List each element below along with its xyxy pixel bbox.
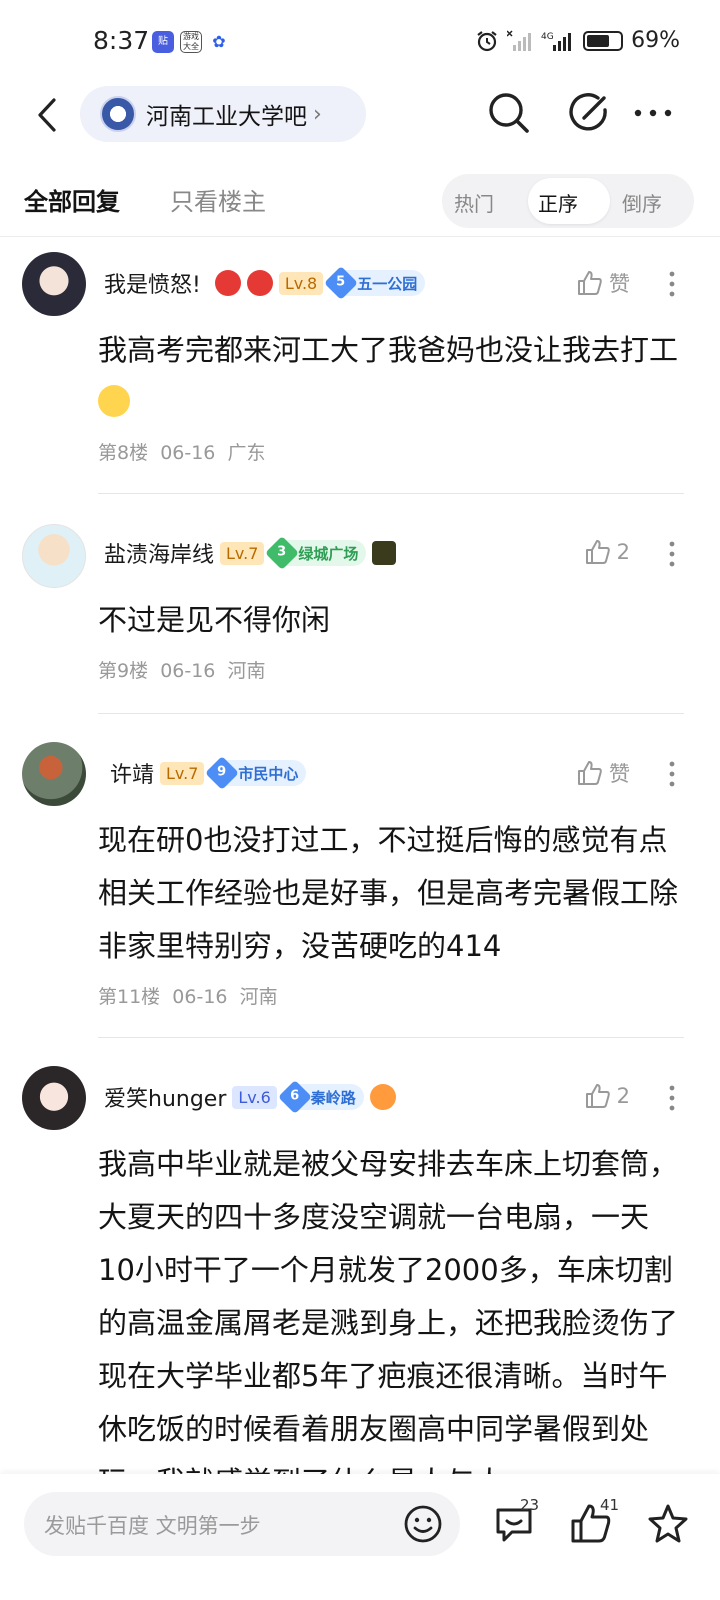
like-button[interactable]: 2 (583, 538, 630, 566)
more-vertical-icon[interactable] (668, 540, 676, 568)
sort-ascending[interactable]: 正序 (538, 188, 578, 217)
comment-count: 23 (520, 1496, 540, 1514)
member-badge: 9 市民中心 (205, 756, 307, 790)
forum-name: 河南工业大学吧 (146, 104, 307, 130)
chevron-left-icon[interactable] (28, 94, 68, 136)
thumbs-up-icon (585, 1084, 610, 1108)
member-badge: 5 五一公园 (324, 266, 426, 300)
sort-segmented-control: 热门 正序 倒序 (442, 174, 694, 228)
baidu-app-icon: ✿ (208, 31, 230, 53)
signal-off-icon (507, 29, 532, 51)
angry-emoji-icon (246, 270, 273, 296)
reply-item: 盐渍海岸线 Lv.7 3 绿城广场 2 不过是见不得你闲 第9楼 06-16 河南 (0, 522, 720, 714)
avatar[interactable] (22, 1066, 86, 1130)
avatar[interactable] (22, 742, 86, 806)
battery-percent: 69% (631, 28, 680, 53)
level-badge: Lv.7 (220, 541, 265, 565)
divider (98, 1037, 684, 1038)
status-bar: 8:37 贴 游戏 大全 ✿ 4G 69% (0, 0, 720, 80)
reply-content: 不过是见不得你闲 (98, 603, 331, 637)
more-vertical-icon[interactable] (668, 1084, 676, 1112)
divider (98, 713, 684, 714)
tab-op-only[interactable]: 只看楼主 (170, 182, 266, 217)
thumbs-up-icon (585, 540, 610, 564)
bottom-action-bar: 发贴千百度 文明第一步 23 41 (0, 1474, 720, 1600)
reply-item: 许靖 Lv.7 9 市民中心 赞 现在研0也没打过工，不过挺后悔的感觉有点相关工作… (0, 742, 720, 1038)
member-badge: 3 绿城广场 (265, 536, 367, 570)
reply-tabs: 全部回复 只看楼主 热门 正序 倒序 (0, 174, 720, 234)
edit-icon[interactable] (564, 88, 614, 138)
username[interactable]: 爱笑hunger (104, 1081, 226, 1113)
chevron-right-icon: › (313, 101, 322, 127)
forum-entry-button[interactable]: 河南工业大学吧 › (80, 86, 366, 142)
battery-icon (583, 30, 624, 51)
like-button[interactable]: 赞 (575, 268, 630, 298)
level-badge: Lv.8 (278, 271, 324, 295)
like-button[interactable]: 赞 (575, 758, 630, 788)
username[interactable]: 我是愤怒! (104, 267, 201, 299)
avatar[interactable] (22, 524, 86, 588)
alarm-icon (477, 30, 497, 51)
sort-hot[interactable]: 热门 (454, 188, 494, 217)
star-icon[interactable] (644, 1500, 692, 1548)
member-badge: 6 秦岭路 (277, 1080, 364, 1114)
tab-all-replies[interactable]: 全部回复 (24, 182, 120, 217)
like-count: 赞 (609, 272, 630, 296)
like-count: 赞 (609, 762, 630, 786)
reply-content: 现在研0也没打过工，不过挺后悔的感觉有点相关工作经验也是好事，但是高考完暑假工除… (98, 823, 679, 963)
like-count: 41 (600, 1496, 620, 1514)
svg-text:4G: 4G (541, 32, 554, 42)
reply-meta: 第11楼 06-16 河南 (98, 986, 278, 1008)
like-count: 2 (616, 540, 630, 564)
username[interactable]: 盐渍海岸线 (104, 537, 214, 569)
sort-descending[interactable]: 倒序 (622, 188, 662, 217)
reply-input-placeholder: 发贴千百度 文明第一步 (44, 1514, 261, 1538)
thumbs-up-icon (578, 761, 602, 785)
reply-meta: 第8楼 06-16 广东 (98, 442, 266, 464)
crying-emoji-icon (369, 1084, 396, 1110)
tieba-app-icon: 贴 (152, 31, 174, 53)
smile-emoji-icon (98, 385, 130, 417)
emoji-icon[interactable] (402, 1503, 444, 1545)
reply-item: 我是愤怒! Lv.8 5 五一公园 赞 我高考完都来河工大了我爸妈也没让我去打工 … (0, 252, 720, 494)
reply-meta: 第9楼 06-16 河南 (98, 660, 266, 682)
top-nav: 河南工业大学吧 › (0, 84, 720, 146)
username[interactable]: 许靖 (110, 757, 154, 789)
reply-input[interactable]: 发贴千百度 文明第一步 (24, 1492, 460, 1556)
more-vertical-icon[interactable] (668, 760, 676, 788)
reply-content: 我高考完都来河工大了我爸妈也没让我去打工 (98, 324, 684, 430)
reply-content: 我高中毕业就是被父母安排去车床上切套筒，大夏天的四十多度没空调就一台电扇，一天1… (98, 1147, 679, 1474)
game-app-icon: 游戏 大全 (180, 31, 202, 53)
avatar[interactable] (22, 252, 86, 316)
thumbs-up-icon (578, 271, 602, 295)
reply-item: 爱笑hunger Lv.6 6 秦岭路 2 我高中毕业就是被父母安排去车床上切套筒… (0, 1066, 720, 1474)
more-vertical-icon[interactable] (668, 270, 676, 298)
medal-icon (372, 541, 397, 565)
like-count: 2 (616, 1084, 630, 1108)
angry-emoji-icon (214, 270, 241, 296)
status-time: 8:37 (93, 26, 150, 55)
divider (98, 493, 684, 494)
divider (0, 236, 720, 237)
more-icon[interactable] (628, 88, 678, 138)
level-badge: Lv.7 (160, 761, 205, 785)
status-right: 4G 69% (475, 28, 680, 53)
level-badge: Lv.6 (232, 1085, 277, 1109)
forum-logo (100, 96, 136, 132)
signal-4g-icon: 4G (541, 32, 572, 51)
search-icon[interactable] (484, 88, 534, 138)
like-button[interactable]: 2 (583, 1082, 630, 1110)
